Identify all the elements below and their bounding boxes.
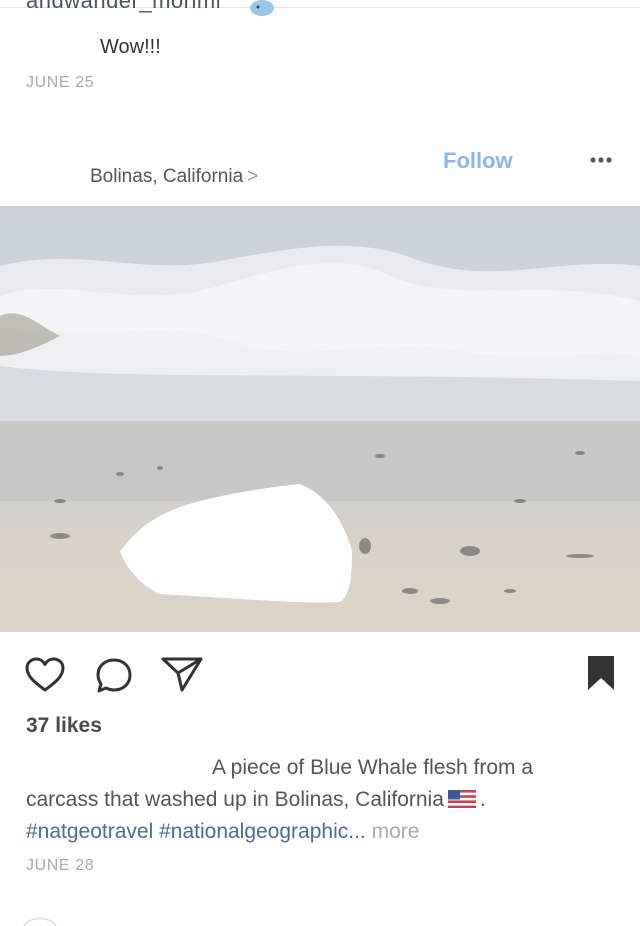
heart-icon[interactable]: [24, 656, 66, 694]
comment-icon[interactable]: [94, 656, 134, 694]
chevron-right-icon: >: [247, 166, 259, 187]
previous-post-date: JUNE 25: [26, 74, 95, 91]
caption-line-2: carcass that washed up in Bolinas, Calif…: [26, 788, 444, 811]
caption-line-1: A piece of Blue Whale flesh from a: [212, 756, 533, 779]
previous-username[interactable]: andwander_morimi: [26, 0, 221, 14]
whale-icon: [250, 0, 274, 16]
likes-count[interactable]: 37 likes: [26, 714, 102, 738]
location-label: Bolinas, California: [90, 166, 244, 187]
beach-photo-image: [0, 206, 640, 632]
previous-comment: Wow!!!: [100, 36, 161, 58]
location-link[interactable]: Bolinas, California >: [90, 166, 258, 188]
caption-ellipsis: ...: [348, 820, 366, 843]
more-link[interactable]: more: [372, 820, 420, 843]
hashtags[interactable]: #natgeotravel #nationalgeographic: [26, 820, 348, 843]
more-options-icon[interactable]: [586, 150, 616, 170]
next-post-avatar-edge: [23, 917, 57, 926]
us-flag-icon: [447, 790, 476, 808]
caption-period: .: [479, 788, 486, 811]
bookmark-icon[interactable]: [586, 654, 616, 692]
post-photo[interactable]: [0, 206, 640, 632]
follow-button[interactable]: Follow: [443, 148, 513, 174]
share-icon[interactable]: [160, 655, 204, 693]
post-date: JUNE 28: [26, 857, 95, 874]
post-caption: A piece of Blue Whale flesh from a carca…: [26, 752, 616, 848]
